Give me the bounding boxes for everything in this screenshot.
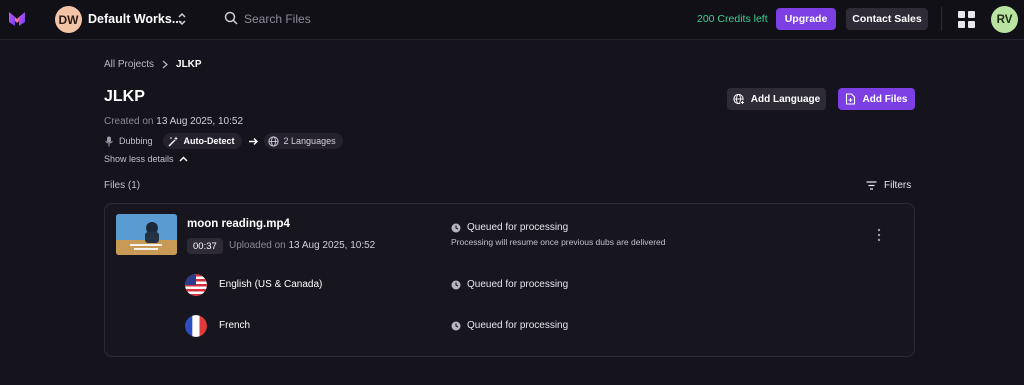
filter-icon	[866, 181, 877, 190]
file-name[interactable]: moon reading.mp4	[187, 218, 290, 230]
language-name: French	[219, 320, 251, 331]
target-languages-label: 2 Languages	[283, 136, 336, 146]
language-status: Queued for processing	[451, 320, 568, 331]
show-less-details-toggle[interactable]: Show less details	[104, 154, 188, 164]
file-card[interactable]: moon reading.mp4 00:37 Uploaded on 13 Au…	[104, 203, 915, 357]
add-language-label: Add Language	[750, 93, 821, 105]
project-type: Dubbing	[104, 136, 153, 147]
file-status-note: Processing will resume once previous dub…	[451, 237, 666, 247]
file-plus-icon	[846, 93, 856, 105]
top-bar: DW Default Works... 200 Credits left Upg…	[0, 0, 1024, 40]
globe-plus-icon	[733, 93, 745, 105]
project-type-label: Dubbing	[119, 136, 153, 146]
source-language-label: Auto-Detect	[183, 136, 235, 146]
us-flag-icon	[185, 274, 207, 296]
search-input[interactable]	[244, 10, 404, 28]
page-title: JLKP	[104, 88, 145, 105]
source-language-chip: Auto-Detect	[162, 133, 242, 149]
divider	[941, 7, 942, 31]
language-status-label: Queued for processing	[467, 279, 569, 290]
more-options-icon[interactable]	[877, 228, 881, 242]
apps-grid-icon[interactable]	[958, 11, 975, 28]
uploaded-date: Uploaded on 13 Aug 2025, 10:52	[229, 240, 375, 251]
app-logo-icon[interactable]	[8, 10, 26, 28]
filters-button[interactable]: Filters	[866, 180, 911, 191]
duration-badge: 00:37	[187, 238, 223, 254]
files-count: Files (1)	[104, 180, 141, 191]
language-status: Queued for processing	[451, 279, 568, 290]
clock-icon	[451, 223, 461, 232]
microphone-icon	[105, 136, 113, 146]
video-thumbnail-image	[116, 214, 177, 255]
workspace-name[interactable]: Default Works...	[88, 12, 182, 26]
toggle-details-label: Show less details	[104, 154, 174, 164]
france-flag-icon	[185, 315, 207, 337]
add-files-label: Add Files	[862, 93, 908, 105]
chevron-up-down-icon[interactable]	[177, 11, 187, 27]
breadcrumb: All Projects JLKP	[104, 59, 202, 70]
breadcrumb-all-projects[interactable]: All Projects	[104, 59, 154, 70]
upgrade-button[interactable]: Upgrade	[776, 8, 836, 30]
breadcrumb-current: JLKP	[176, 59, 202, 70]
add-language-button[interactable]: Add Language	[727, 88, 826, 110]
filters-label: Filters	[884, 180, 912, 191]
language-row-french[interactable]: French Queued for processing	[185, 315, 885, 339]
created-prefix: Created on	[104, 116, 154, 127]
clock-icon	[451, 321, 461, 330]
uploaded-prefix: Uploaded on	[229, 240, 286, 251]
file-status-label: Queued for processing	[467, 222, 569, 233]
uploaded-date-value: 13 Aug 2025, 10:52	[288, 240, 376, 251]
chevron-right-icon	[162, 60, 168, 69]
clock-icon	[451, 280, 461, 289]
created-date: Created on 13 Aug 2025, 10:52	[104, 116, 243, 127]
magic-wand-icon	[168, 136, 178, 146]
video-thumbnail[interactable]	[116, 214, 177, 255]
language-name: English (US & Canada)	[219, 279, 323, 290]
user-avatar[interactable]: RV	[991, 6, 1018, 33]
contact-sales-button[interactable]: Contact Sales	[846, 8, 928, 30]
arrow-right-icon	[248, 137, 258, 145]
created-date-value: 13 Aug 2025, 10:52	[156, 116, 244, 127]
credits-remaining: 200 Credits left	[697, 13, 768, 25]
workspace-avatar[interactable]: DW	[55, 6, 82, 33]
language-status-label: Queued for processing	[467, 320, 569, 331]
add-files-button[interactable]: Add Files	[838, 88, 915, 110]
chevron-up-icon	[179, 156, 188, 162]
search-icon	[224, 11, 238, 25]
language-row-english[interactable]: English (US & Canada) Queued for process…	[185, 274, 885, 298]
globe-icon	[267, 135, 279, 147]
file-status: Queued for processing	[451, 222, 568, 233]
project-tags: Dubbing Auto-Detect 2 Languages	[104, 133, 343, 149]
target-languages-chip: 2 Languages	[263, 133, 343, 149]
